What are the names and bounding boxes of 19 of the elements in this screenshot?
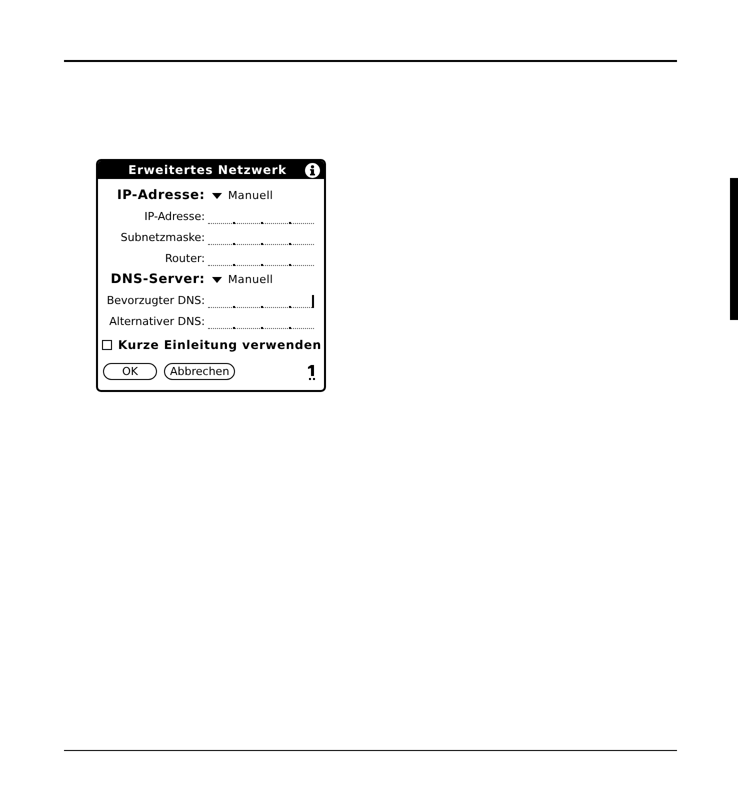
field-label: DNS-Server:	[110, 273, 205, 286]
mode-picker[interactable]: Manuell	[212, 190, 274, 201]
dialog-button[interactable]: Abbrechen	[164, 362, 236, 380]
caret-icon	[212, 276, 222, 282]
dialog-button[interactable]: OK	[103, 362, 157, 380]
field-label: Router:	[164, 253, 205, 264]
mode-picker[interactable]: Manuell	[212, 274, 274, 285]
field-label: IP-Adresse:	[116, 189, 205, 202]
caret-icon	[212, 192, 222, 198]
checkbox-label[interactable]: Kurze Einleitung verwenden	[118, 339, 322, 351]
field-label: IP-Adresse:	[143, 211, 205, 222]
dialog-title: Erweitertes Netzwerk	[127, 164, 288, 176]
field-label: Alternativer DNS:	[108, 316, 205, 327]
checkbox[interactable]	[102, 340, 112, 350]
ip-address-field[interactable]	[208, 295, 314, 308]
field-label: Subnetzmaske:	[120, 232, 205, 243]
shift-indicator-icon	[308, 364, 316, 380]
field-label: Bevorzugter DNS:	[106, 295, 205, 306]
info-icon[interactable]	[305, 162, 320, 178]
